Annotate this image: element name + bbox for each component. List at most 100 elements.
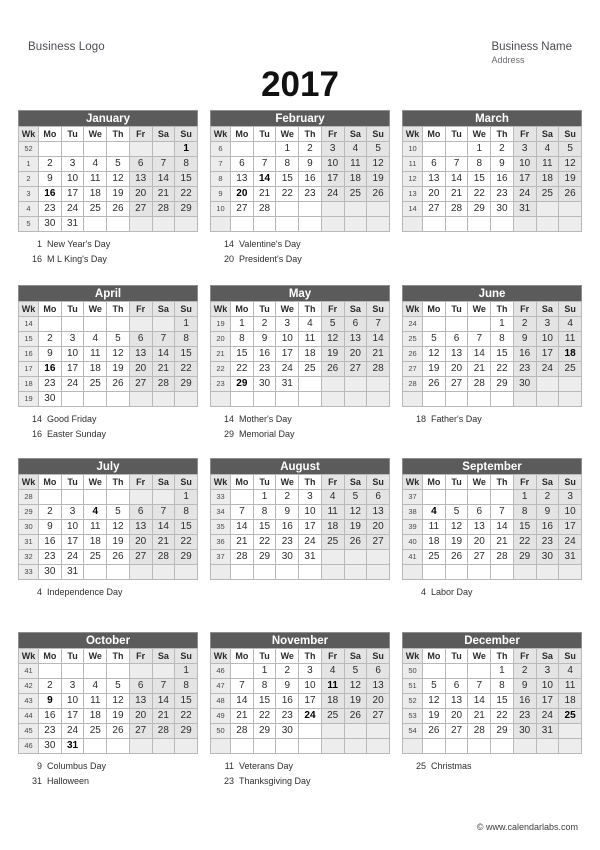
day-cell[interactable]: 20 bbox=[366, 693, 390, 709]
day-cell[interactable]: 23 bbox=[38, 723, 62, 739]
day-cell[interactable]: 2 bbox=[275, 489, 300, 505]
day-cell[interactable]: 28 bbox=[230, 723, 254, 739]
day-cell[interactable]: 29 bbox=[174, 376, 198, 392]
day-cell[interactable]: 4 bbox=[558, 663, 582, 679]
day-cell[interactable]: 8 bbox=[467, 156, 492, 172]
day-cell[interactable]: 1 bbox=[512, 489, 537, 505]
day-cell[interactable]: 10 bbox=[298, 504, 322, 520]
day-cell[interactable]: 11 bbox=[298, 331, 322, 347]
day-cell[interactable]: 6 bbox=[128, 331, 153, 347]
day-cell[interactable]: 17 bbox=[512, 171, 537, 187]
day-cell[interactable]: 14 bbox=[151, 346, 176, 362]
day-cell[interactable]: 22 bbox=[490, 361, 514, 377]
day-cell[interactable]: 24 bbox=[60, 723, 85, 739]
day-cell[interactable]: 15 bbox=[490, 346, 514, 362]
day-cell[interactable]: 9 bbox=[38, 519, 62, 535]
day-cell[interactable]: 28 bbox=[230, 549, 254, 565]
day-cell[interactable]: 31 bbox=[512, 201, 537, 217]
day-cell[interactable]: 26 bbox=[444, 549, 469, 565]
day-cell[interactable]: 24 bbox=[275, 361, 300, 377]
day-cell[interactable]: 1 bbox=[230, 316, 254, 332]
day-cell[interactable]: 28 bbox=[252, 201, 277, 217]
day-cell[interactable]: 19 bbox=[320, 346, 345, 362]
day-cell[interactable]: 1 bbox=[252, 489, 277, 505]
day-cell[interactable]: 15 bbox=[467, 171, 492, 187]
day-cell[interactable]: 1 bbox=[174, 316, 198, 332]
day-cell[interactable]: 19 bbox=[343, 693, 368, 709]
day-cell[interactable]: 2 bbox=[252, 316, 277, 332]
day-cell[interactable]: 26 bbox=[422, 723, 446, 739]
day-cell[interactable]: 3 bbox=[535, 663, 560, 679]
day-cell[interactable]: 9 bbox=[512, 331, 537, 347]
day-cell[interactable]: 29 bbox=[252, 723, 277, 739]
day-cell[interactable]: 19 bbox=[106, 186, 130, 202]
day-cell[interactable]: 10 bbox=[320, 156, 345, 172]
day-cell[interactable]: 9 bbox=[275, 678, 300, 694]
day-cell[interactable]: 16 bbox=[512, 693, 537, 709]
day-cell[interactable]: 13 bbox=[366, 504, 390, 520]
day-cell[interactable]: 29 bbox=[467, 201, 492, 217]
day-cell[interactable]: 6 bbox=[128, 504, 153, 520]
day-cell[interactable]: 29 bbox=[230, 376, 254, 392]
day-cell[interactable]: 24 bbox=[60, 201, 85, 217]
day-cell[interactable]: 10 bbox=[535, 678, 560, 694]
day-cell[interactable]: 3 bbox=[320, 141, 345, 157]
day-cell[interactable]: 11 bbox=[83, 171, 108, 187]
day-cell[interactable]: 19 bbox=[106, 534, 130, 550]
day-cell[interactable]: 2 bbox=[38, 156, 62, 172]
day-cell[interactable]: 20 bbox=[422, 186, 446, 202]
day-cell[interactable]: 9 bbox=[38, 693, 62, 709]
day-cell[interactable]: 19 bbox=[106, 361, 130, 377]
day-cell[interactable]: 30 bbox=[252, 376, 277, 392]
day-cell[interactable]: 26 bbox=[106, 723, 130, 739]
day-cell[interactable]: 15 bbox=[174, 519, 198, 535]
day-cell[interactable]: 12 bbox=[343, 504, 368, 520]
day-cell[interactable]: 30 bbox=[275, 723, 300, 739]
day-cell[interactable]: 11 bbox=[83, 519, 108, 535]
day-cell[interactable]: 2 bbox=[512, 663, 537, 679]
day-cell[interactable]: 6 bbox=[422, 156, 446, 172]
day-cell[interactable]: 14 bbox=[467, 346, 492, 362]
day-cell[interactable]: 24 bbox=[320, 186, 345, 202]
day-cell[interactable]: 12 bbox=[366, 156, 390, 172]
day-cell[interactable]: 12 bbox=[106, 346, 130, 362]
day-cell[interactable]: 21 bbox=[151, 186, 176, 202]
day-cell[interactable]: 7 bbox=[467, 678, 492, 694]
day-cell[interactable]: 5 bbox=[106, 678, 130, 694]
day-cell[interactable]: 17 bbox=[60, 186, 85, 202]
day-cell[interactable]: 23 bbox=[38, 549, 62, 565]
day-cell[interactable]: 11 bbox=[558, 331, 582, 347]
day-cell[interactable]: 14 bbox=[230, 519, 254, 535]
day-cell[interactable]: 2 bbox=[535, 489, 560, 505]
day-cell[interactable]: 3 bbox=[60, 156, 85, 172]
day-cell[interactable]: 13 bbox=[366, 678, 390, 694]
day-cell[interactable]: 27 bbox=[128, 723, 153, 739]
day-cell[interactable]: 28 bbox=[467, 376, 492, 392]
day-cell[interactable]: 13 bbox=[343, 331, 368, 347]
day-cell[interactable]: 30 bbox=[275, 549, 300, 565]
day-cell[interactable]: 9 bbox=[298, 156, 322, 172]
day-cell[interactable]: 17 bbox=[535, 346, 560, 362]
day-cell[interactable]: 13 bbox=[444, 346, 469, 362]
day-cell[interactable]: 15 bbox=[230, 346, 254, 362]
day-cell[interactable]: 18 bbox=[83, 708, 108, 724]
day-cell[interactable]: 18 bbox=[83, 361, 108, 377]
day-cell[interactable]: 20 bbox=[366, 519, 390, 535]
day-cell[interactable]: 24 bbox=[512, 186, 537, 202]
day-cell[interactable]: 22 bbox=[230, 361, 254, 377]
day-cell[interactable]: 25 bbox=[83, 549, 108, 565]
day-cell[interactable]: 16 bbox=[38, 361, 62, 377]
day-cell[interactable]: 22 bbox=[490, 708, 514, 724]
day-cell[interactable]: 18 bbox=[535, 171, 560, 187]
day-cell[interactable]: 30 bbox=[38, 738, 62, 754]
day-cell[interactable]: 29 bbox=[490, 723, 514, 739]
day-cell[interactable]: 24 bbox=[60, 376, 85, 392]
day-cell[interactable]: 13 bbox=[230, 171, 254, 187]
day-cell[interactable]: 15 bbox=[275, 171, 300, 187]
day-cell[interactable]: 7 bbox=[252, 156, 277, 172]
day-cell[interactable]: 18 bbox=[422, 534, 446, 550]
day-cell[interactable]: 5 bbox=[366, 141, 390, 157]
day-cell[interactable]: 24 bbox=[298, 708, 322, 724]
day-cell[interactable]: 30 bbox=[535, 549, 560, 565]
day-cell[interactable]: 4 bbox=[83, 678, 108, 694]
